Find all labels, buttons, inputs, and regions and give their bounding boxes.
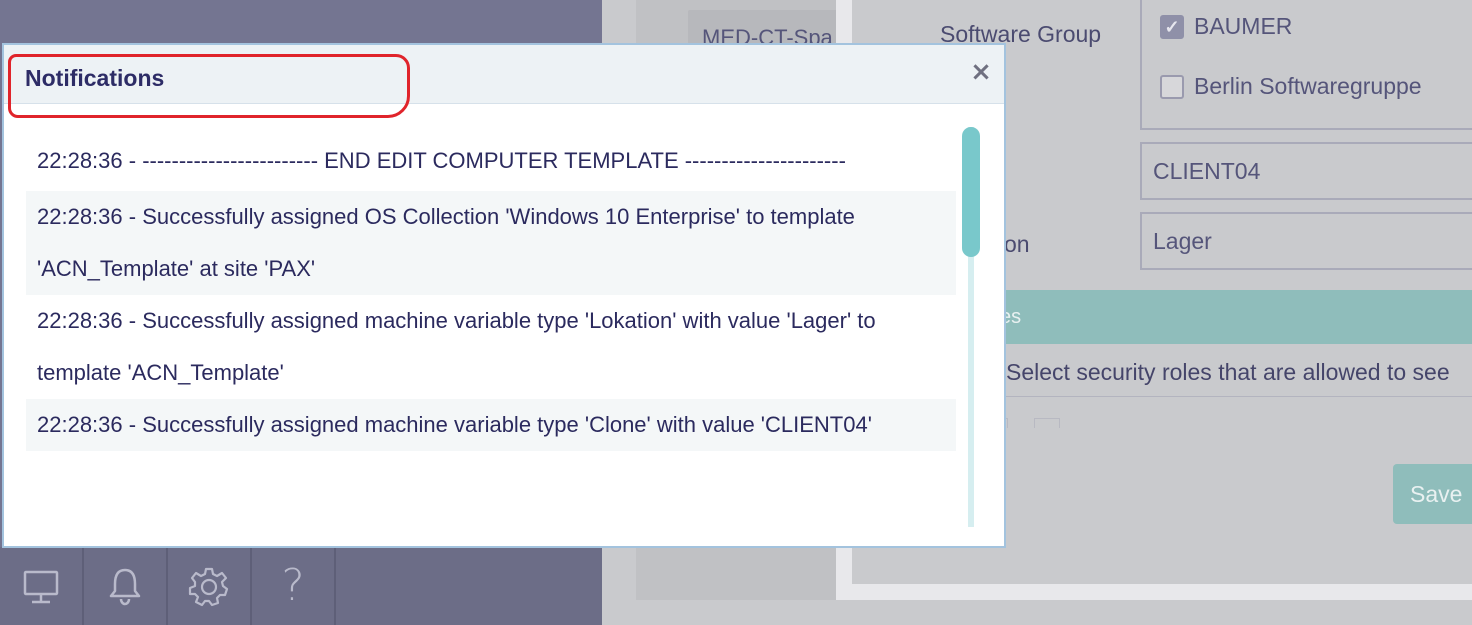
close-icon[interactable]: × (968, 59, 994, 85)
divider (1000, 396, 1472, 397)
bell-icon (109, 568, 141, 606)
checkbox-checked[interactable] (1160, 14, 1184, 39)
location-field[interactable]: Lager (1140, 212, 1472, 270)
role-checkbox[interactable] (1034, 418, 1060, 428)
log-entry: 22:28:36 - Successfully assigned machine… (26, 399, 956, 451)
log-entry: 22:28:36 - Successfully assigned OS Coll… (26, 191, 956, 295)
gear-icon (188, 567, 229, 607)
dialog-title: Notifications (25, 65, 165, 91)
computers-button[interactable] (0, 547, 84, 625)
software-group-option-label: BAUMER (1194, 13, 1293, 39)
help-icon: ? (281, 560, 305, 611)
checkbox-unchecked[interactable] (1160, 74, 1184, 99)
software-group-option-berlin[interactable]: Berlin Softwaregruppe (1160, 73, 1422, 100)
clone-field[interactable]: CLIENT04 (1140, 142, 1472, 200)
bottom-toolbar: ? (0, 547, 602, 625)
security-roles-description: Select security roles that are allowed t… (1006, 359, 1450, 385)
software-group-option-label: Berlin Softwaregruppe (1194, 73, 1422, 99)
computer-icon (23, 570, 59, 604)
scrollbar-thumb[interactable] (962, 127, 980, 257)
notifications-dialog: Notifications × 22:28:36 - -------------… (2, 43, 1006, 548)
location-label: on (1004, 231, 1030, 257)
log-entry: 22:28:36 - Successfully assigned machine… (37, 308, 876, 385)
software-group-option-baumer[interactable]: BAUMER (1160, 13, 1292, 40)
dialog-header: Notifications × (4, 45, 1004, 104)
notifications-button[interactable] (84, 547, 168, 625)
notification-log: 22:28:36 - ------------------------ END … (26, 127, 956, 527)
log-entry: 22:28:36 - ------------------------ END … (37, 148, 846, 173)
settings-button[interactable] (168, 547, 252, 625)
help-button[interactable]: ? (252, 547, 336, 625)
security-roles-header: es (1000, 290, 1472, 344)
save-button[interactable]: Save (1393, 464, 1472, 524)
